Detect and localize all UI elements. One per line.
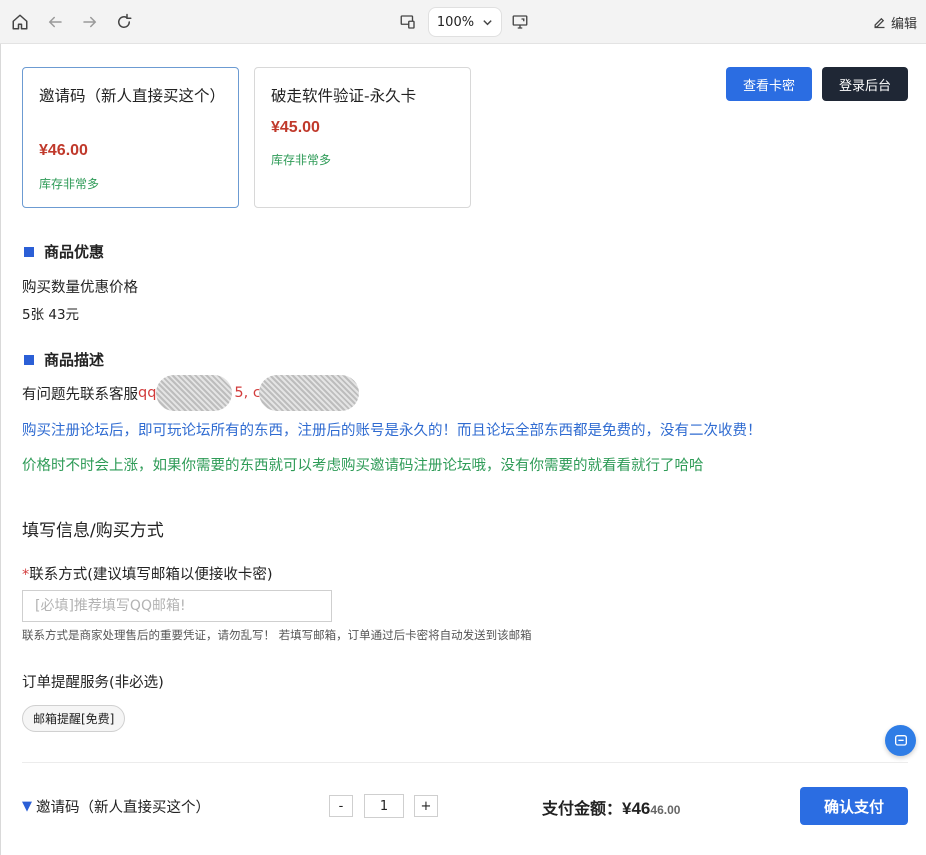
order-summary-toggle[interactable]: ▼ 邀请码（新人直接买这个） xyxy=(22,796,210,817)
responsive-view-icon[interactable] xyxy=(397,11,419,33)
description-green-line: 价格时不时会上涨，如果你需要的东西就可以考虑购买邀请码注册论坛哦，没有你需要的就… xyxy=(22,458,704,474)
chat-icon xyxy=(894,734,907,746)
edit-label: 编辑 xyxy=(891,17,918,32)
redacted-contact-blur xyxy=(258,375,359,411)
contact-qq-label: qq xyxy=(138,385,157,401)
contact-label-text: 联系方式(建议填写邮箱以便接收卡密) xyxy=(29,567,273,583)
edit-button[interactable]: 编辑 xyxy=(872,13,917,32)
contact-input[interactable] xyxy=(22,590,332,622)
forward-arrow-icon[interactable] xyxy=(79,11,101,33)
contact-separator: 5, c xyxy=(234,385,261,401)
pay-original-amount: 46.00 xyxy=(650,803,681,817)
contact-field-label: *联系方式(建议填写邮箱以便接收卡密) xyxy=(22,563,273,584)
quantity-input[interactable]: 1 xyxy=(364,794,404,818)
discount-section-title: 商品优惠 xyxy=(24,241,104,262)
description-blue-line: 购买注册论坛后，即可玩论坛所有的东西，注册后的账号是永久的！而且论坛全部东西都是… xyxy=(22,423,762,439)
pay-amount: ¥46 xyxy=(622,799,651,818)
pay-label-text: 支付金额： xyxy=(542,799,623,818)
view-cards-button[interactable]: 查看卡密 xyxy=(726,67,812,101)
contact-line: 有问题先联系客服 qq 5, c xyxy=(22,375,359,411)
login-admin-button[interactable]: 登录后台 xyxy=(822,67,908,101)
zoom-select[interactable]: 100% xyxy=(428,7,502,37)
customer-service-chat-button[interactable] xyxy=(885,725,916,756)
refresh-icon[interactable] xyxy=(113,11,135,33)
contact-prefix: 有问题先联系客服 xyxy=(22,386,138,403)
reminder-label: 订单提醒服务(非必选) xyxy=(22,675,164,691)
screen-cast-icon[interactable] xyxy=(509,11,531,33)
back-arrow-icon[interactable] xyxy=(44,11,66,33)
payment-total: 支付金额： ¥46 46.00 xyxy=(542,795,680,819)
quantity-decrease-button[interactable]: - xyxy=(329,795,353,817)
discount-label: 购买数量优惠价格 xyxy=(22,280,138,296)
home-icon[interactable] xyxy=(9,11,31,33)
chevron-down-icon xyxy=(483,19,492,25)
product-name: 邀请码（新人直接买这个） xyxy=(39,87,226,105)
browser-toolbar: 100% 编辑 xyxy=(0,0,926,44)
discount-title-text: 商品优惠 xyxy=(44,243,105,261)
section-marker-icon xyxy=(24,354,34,365)
product-stock: 库存非常多 xyxy=(39,177,100,191)
edit-icon xyxy=(874,17,885,29)
order-product-name: 邀请码（新人直接买这个） xyxy=(36,800,210,816)
product-card-invite-code[interactable]: 邀请码（新人直接买这个） ¥46.00 库存非常多 xyxy=(22,67,239,208)
bottom-divider xyxy=(22,762,908,763)
redacted-contact-blur xyxy=(156,375,233,411)
product-card-software[interactable]: 破走软件验证-永久卡 ¥45.00 库存非常多 xyxy=(254,67,471,208)
discount-rule: 5张 43元 xyxy=(22,307,80,323)
product-price: ¥45.00 xyxy=(271,119,320,136)
triangle-down-icon: ▼ xyxy=(22,799,32,814)
description-title-text: 商品描述 xyxy=(44,351,105,369)
section-marker-icon xyxy=(24,246,34,257)
page-left-border xyxy=(0,44,1,855)
confirm-pay-button[interactable]: 确认支付 xyxy=(800,787,908,825)
contact-hint: 联系方式是商家处理售后的重要凭证，请勿乱写！ 若填写邮箱，订单通过后卡密将自动发… xyxy=(22,628,532,642)
email-reminder-option[interactable]: 邮箱提醒[免费] xyxy=(22,705,126,732)
zoom-value: 100% xyxy=(436,14,475,30)
description-section-title: 商品描述 xyxy=(24,349,104,370)
quantity-increase-button[interactable]: + xyxy=(414,795,438,817)
form-heading: 填写信息/购买方式 xyxy=(22,521,164,541)
product-name: 破走软件验证-永久卡 xyxy=(271,87,417,105)
product-price: ¥46.00 xyxy=(39,142,88,159)
product-stock: 库存非常多 xyxy=(271,153,332,167)
